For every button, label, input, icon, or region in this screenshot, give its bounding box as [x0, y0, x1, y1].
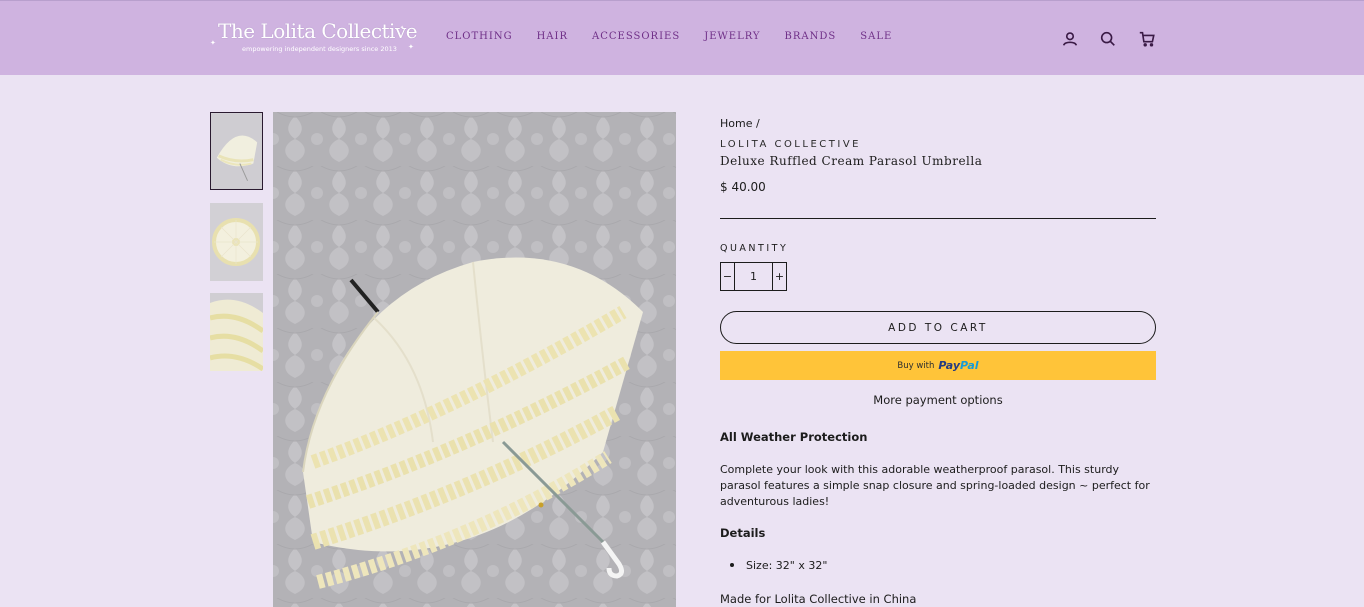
- more-payment-options-link[interactable]: More payment options: [720, 393, 1156, 407]
- site-header: The Lolita Collective empowering indepen…: [0, 0, 1364, 75]
- sparkle-icon: ✦: [408, 43, 414, 51]
- sparkle-icon: ✦: [400, 25, 405, 31]
- thumbnail-parasol-side[interactable]: [210, 112, 263, 190]
- cart-icon[interactable]: [1137, 29, 1157, 49]
- paypal-logo: PayPal: [938, 359, 979, 372]
- nav-sale[interactable]: Sale: [860, 31, 892, 42]
- nav-jewelry[interactable]: Jewelry: [704, 31, 760, 42]
- made-in-text: Made for Lolita Collective in China: [720, 592, 917, 606]
- paypal-prefix: Buy with: [897, 360, 935, 371]
- site-logo[interactable]: The Lolita Collective empowering indepen…: [210, 17, 420, 61]
- search-icon[interactable]: [1098, 29, 1118, 49]
- paypal-button[interactable]: Buy with PayPal: [720, 351, 1156, 380]
- sparkle-icon: ✦: [210, 39, 216, 47]
- quantity-plus-button[interactable]: +: [773, 263, 786, 290]
- quantity-minus-button[interactable]: −: [721, 263, 734, 290]
- product-main-image[interactable]: [273, 112, 676, 607]
- breadcrumb[interactable]: Home /: [720, 117, 760, 130]
- add-to-cart-button[interactable]: ADD TO CART: [720, 311, 1156, 344]
- logo-subtitle: empowering independent designers since 2…: [242, 45, 397, 53]
- quantity-stepper: − 1 +: [720, 262, 787, 291]
- product-vendor: LOLITA COLLECTIVE: [720, 139, 861, 150]
- main-nav: Clothing Hair Accessories Jewelry Brands…: [446, 31, 916, 42]
- quantity-label: QUANTITY: [720, 243, 789, 254]
- nav-brands[interactable]: Brands: [785, 31, 837, 42]
- thumbnail-parasol-top[interactable]: [210, 203, 263, 281]
- product-title: Deluxe Ruffled Cream Parasol Umbrella: [720, 154, 983, 168]
- description-text: Complete your look with this adorable we…: [720, 463, 1150, 508]
- details-list-item: Size: 32" x 32": [720, 559, 827, 572]
- divider: [720, 218, 1156, 219]
- quantity-input[interactable]: 1: [734, 263, 773, 290]
- product-price: $ 40.00: [720, 180, 766, 194]
- account-icon[interactable]: [1060, 29, 1080, 49]
- nav-clothing[interactable]: Clothing: [446, 31, 513, 42]
- description-heading: All Weather Protection: [720, 430, 868, 444]
- logo-title: The Lolita Collective: [218, 19, 418, 43]
- details-heading: Details: [720, 526, 766, 540]
- nav-accessories[interactable]: Accessories: [592, 31, 680, 42]
- thumbnail-parasol-ruffles[interactable]: [210, 293, 263, 371]
- nav-hair[interactable]: Hair: [537, 31, 568, 42]
